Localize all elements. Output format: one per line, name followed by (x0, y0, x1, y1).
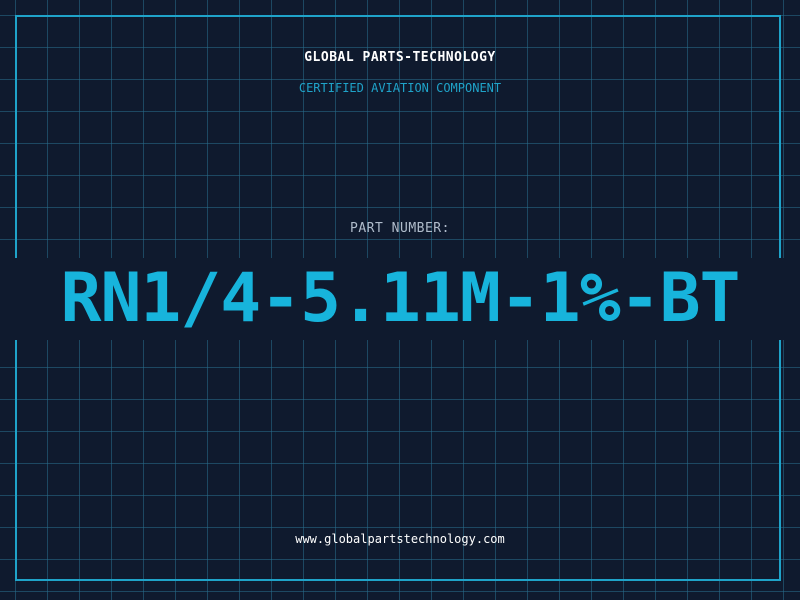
part-card: GLOBAL PARTS-TECHNOLOGY CERTIFIED AVIATI… (0, 0, 800, 600)
certification-tagline: CERTIFIED AVIATION COMPONENT (298, 81, 502, 95)
website-url[interactable]: www.globalpartstechnology.com (0, 532, 800, 546)
part-number-value: RN1/4-5.11M-1%-BT (60, 259, 741, 338)
part-number-label: PART NUMBER: (350, 221, 450, 236)
company-name: GLOBAL PARTS-TECHNOLOGY (304, 50, 496, 65)
